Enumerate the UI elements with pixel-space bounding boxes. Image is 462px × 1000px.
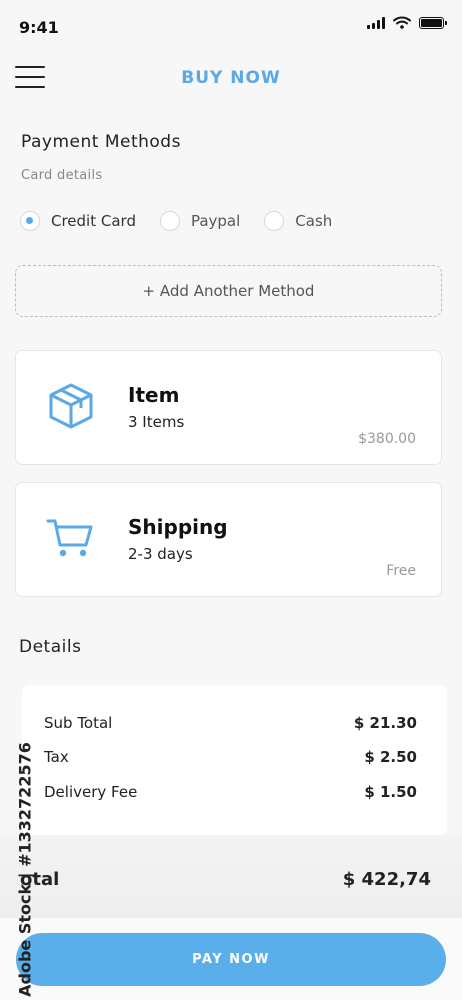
summary-label: Sub Total (44, 714, 113, 732)
pay-now-button[interactable]: PAY NOW (16, 933, 446, 986)
summary-row-tax: Tax $ 2.50 (44, 748, 417, 766)
radio-checked-icon[interactable] (20, 211, 40, 231)
status-time: 9:41 (19, 18, 59, 37)
payment-method-options: Credit Card Paypal Cash (20, 211, 356, 231)
radio-icon[interactable] (264, 211, 285, 231)
box-icon (49, 383, 93, 429)
summary-value: $ 21.30 (353, 714, 417, 732)
item-title: Item (128, 383, 180, 407)
details-title: Details (19, 637, 82, 657)
page-title: BUY NOW (181, 68, 281, 88)
method-label: Cash (295, 212, 333, 230)
method-label: Credit Card (51, 212, 136, 230)
total-value: $ 422,74 (342, 869, 431, 890)
item-amount: $380.00 (358, 431, 416, 447)
shipping-amount: Free (386, 563, 416, 579)
wifi-icon (393, 16, 411, 29)
method-paypal[interactable]: Paypal (159, 211, 241, 231)
watermark-text: Adobe Stock | #1332722576 (15, 742, 35, 997)
status-bar: 9:41 (0, 0, 462, 50)
method-credit-card[interactable]: Credit Card (20, 211, 136, 231)
summary-value: $ 2.50 (364, 748, 417, 766)
item-count: 3 Items (128, 413, 185, 431)
shipping-title: Shipping (128, 515, 228, 539)
shipping-duration: 2-3 days (128, 545, 193, 563)
card-details-label: Card details (21, 168, 103, 183)
method-label: Paypal (190, 212, 241, 230)
details-summary: Sub Total $ 21.30 Tax $ 2.50 Delivery Fe… (22, 685, 447, 835)
summary-label: Delivery Fee (44, 783, 138, 801)
radio-icon[interactable] (159, 211, 180, 231)
cart-icon (46, 519, 93, 557)
add-method-button[interactable]: + Add Another Method (15, 265, 442, 317)
summary-label: Tax (44, 748, 69, 766)
shipping-card[interactable]: Shipping 2-3 days Free (15, 482, 442, 597)
summary-row-delivery-fee: Delivery Fee $ 1.50 (44, 783, 417, 801)
summary-value: $ 1.50 (364, 783, 417, 801)
method-cash[interactable]: Cash (264, 211, 332, 231)
item-card[interactable]: Item 3 Items $380.00 (15, 350, 442, 465)
payment-methods-title: Payment Methods (21, 132, 181, 152)
status-icons (367, 16, 447, 29)
battery-icon (419, 16, 447, 29)
summary-row-subtotal: Sub Total $ 21.30 (44, 714, 417, 732)
signal-icon (367, 16, 385, 29)
